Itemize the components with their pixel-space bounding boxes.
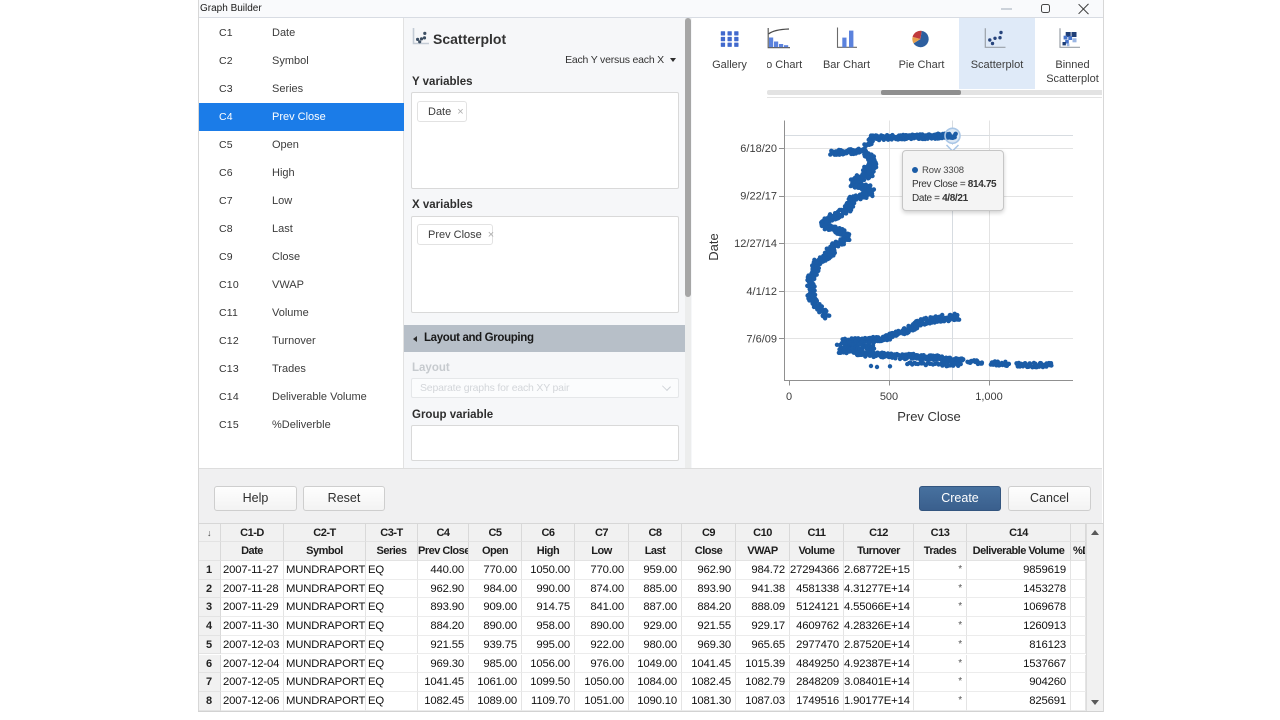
svg-text:7/6/09: 7/6/09: [746, 333, 777, 345]
svg-text:1,000: 1,000: [975, 391, 1003, 403]
svg-text:Date: Date: [706, 233, 721, 260]
svg-text:6/18/20: 6/18/20: [740, 143, 777, 155]
svg-text:9/22/17: 9/22/17: [740, 191, 777, 203]
svg-text:0: 0: [786, 391, 792, 403]
svg-text:Prev Close: Prev Close: [897, 409, 961, 424]
svg-text:4/1/12: 4/1/12: [746, 286, 777, 298]
svg-text:500: 500: [880, 391, 898, 403]
svg-text:12/27/14: 12/27/14: [734, 238, 777, 250]
